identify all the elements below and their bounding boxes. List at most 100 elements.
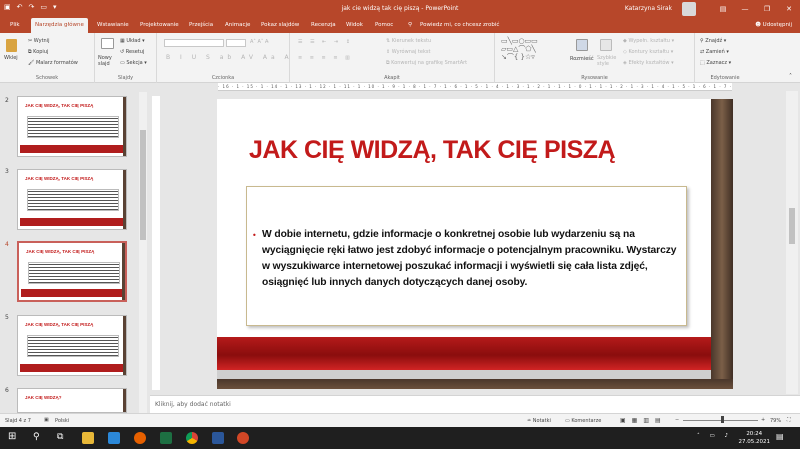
powerpoint-icon[interactable] xyxy=(237,432,249,444)
zoom-in-button[interactable]: + xyxy=(761,417,765,423)
zoom-slider-thumb[interactable] xyxy=(721,416,724,423)
chrome-icon[interactable] xyxy=(186,432,198,444)
list-buttons[interactable]: ☰ ☰ ⇤ ⇥ ↕ xyxy=(298,39,353,45)
thumbnail-title: JAK CIĘ WIDZĄ, TAK CIĘ PISZĄ xyxy=(25,176,94,181)
thumbnail-red-bar xyxy=(20,364,124,372)
paste-icon[interactable] xyxy=(6,39,17,52)
slide-thumbnail[interactable]: JAK CIĘ WIDZĄ, TAK CIĘ PISZĄ xyxy=(17,315,127,376)
zoom-out-button[interactable]: − xyxy=(675,417,679,423)
text-direction-button[interactable]: ⇅ Kierunek tekstu xyxy=(386,38,431,44)
tab-file[interactable]: Plik xyxy=(10,22,20,28)
tab-view[interactable]: Widok xyxy=(346,22,363,28)
font-size-field[interactable] xyxy=(226,39,246,47)
share-button[interactable]: ☻ Udostępnij xyxy=(755,22,792,28)
word-icon[interactable] xyxy=(212,432,224,444)
select-button[interactable]: ⬚ Zaznacz ▾ xyxy=(700,60,731,66)
align-text-label: Wyrównaj tekst xyxy=(391,49,431,55)
excel-icon[interactable] xyxy=(160,432,172,444)
notes-pane[interactable]: Kliknij, aby dodać notatki xyxy=(150,395,800,413)
tab-animations[interactable]: Animacje xyxy=(225,22,250,28)
new-slide-icon[interactable] xyxy=(101,38,114,49)
copy-label: Kopiuj xyxy=(33,49,49,55)
align-text-button[interactable]: ⇕ Wyrównaj tekst xyxy=(386,49,430,55)
slide-thumbnail[interactable]: JAK CIĘ WIDZĄ? xyxy=(17,388,127,413)
view-buttons[interactable]: ▣▦▥▤ xyxy=(620,417,667,424)
shape-outline-button[interactable]: ◇ Kontury kształtu ▾ xyxy=(623,49,673,55)
find-button[interactable]: ⚲ Znajdź ▾ xyxy=(700,38,726,44)
slide[interactable]: JAK CIĘ WIDZĄ, TAK CIĘ PISZĄ • W dobie i… xyxy=(217,99,733,389)
align-buttons[interactable]: ≡ ≡ ≡ ≡ ▥ xyxy=(298,55,353,61)
system-tray-icons[interactable]: ˄ ▭ ♪ xyxy=(697,433,732,439)
replace-button[interactable]: ⇄ Zamień ▾ xyxy=(700,49,729,55)
slide-thumbnail[interactable]: JAK CIĘ WIDZĄ, TAK CIĘ PISZĄ xyxy=(17,169,127,230)
slide-thumbnail[interactable]: JAK CIĘ WIDZĄ, TAK CIĘ PISZĄ xyxy=(17,96,127,157)
slide-counter: Slajd 4 z 7 xyxy=(5,418,31,424)
layout-button[interactable]: ▦ Układ ▾ xyxy=(120,38,145,44)
shape-effects-button[interactable]: ◈ Efekty kształtów ▾ xyxy=(623,60,674,66)
language-indicator[interactable]: Polski xyxy=(55,418,69,424)
user-name[interactable]: Katarzyna Sirak xyxy=(625,5,672,12)
vertical-ruler xyxy=(152,96,160,390)
firefox-icon[interactable] xyxy=(134,432,146,444)
arrange-icon[interactable] xyxy=(576,39,588,51)
editing-group: ⚲ Znajdź ▾ ⇄ Zamień ▾ ⬚ Zaznacz ▾ Edytow… xyxy=(695,33,755,83)
notifications-icon[interactable]: ▤ xyxy=(776,432,784,441)
cut-button[interactable]: ✂ Wytnij xyxy=(28,38,50,44)
reset-button[interactable]: ↺ Resetuj xyxy=(120,49,144,55)
ribbon-display-options-icon[interactable]: ▤ xyxy=(712,0,734,18)
scroll-thumb[interactable] xyxy=(140,130,146,240)
zoom-level[interactable]: 79% xyxy=(770,418,781,424)
notes-button[interactable]: ≐ Notatki xyxy=(527,418,551,424)
tab-insert[interactable]: Wstawianie xyxy=(97,22,129,28)
arrange-button[interactable]: Rozmieść xyxy=(570,56,594,62)
slide-title[interactable]: JAK CIĘ WIDZĄ, TAK CIĘ PISZĄ xyxy=(249,136,616,165)
task-view-icon[interactable]: ⧉ xyxy=(57,432,63,442)
avatar[interactable] xyxy=(682,2,696,16)
scroll-thumb[interactable] xyxy=(789,208,795,244)
slide-body-text[interactable]: W dobie internetu, gdzie informacje o ko… xyxy=(262,227,684,291)
shapes-gallery[interactable]: ▭╲▭○▭▭ ▱▭△⌒⬠╲ ↘⌒{ }☆▿ xyxy=(501,37,538,61)
shape-fill-button[interactable]: ◆ Wypełn. kształtu ▾ xyxy=(623,38,674,44)
paste-button[interactable]: Wklej xyxy=(4,55,18,61)
tell-me-search[interactable]: Powiedz mi, co chcesz zrobić xyxy=(420,22,499,28)
convert-smartart-label: Konwertuj na grafikę SmartArt xyxy=(391,60,468,66)
slide-thumbnail-selected[interactable]: JAK CIĘ WIDZĄ, TAK CIĘ PISZĄ xyxy=(17,241,127,302)
search-icon[interactable]: ⚲ xyxy=(33,432,40,442)
thumbnail-number: 6 xyxy=(5,387,9,394)
minimize-button[interactable]: — xyxy=(734,0,756,18)
tab-home[interactable]: Narzędzia główne xyxy=(31,18,88,33)
clock[interactable]: 20:24 27.05.2021 xyxy=(739,430,771,446)
font-style-buttons[interactable]: B I U S ab AV Aa A xyxy=(166,54,293,61)
fit-slide-icon[interactable]: ⛶ xyxy=(787,417,791,423)
collapse-ribbon-icon[interactable]: ˄ xyxy=(789,73,792,80)
ribbon-tabs: Plik Narzędzia główne Wstawianie Projekt… xyxy=(0,18,800,33)
thumbnail-scrollbar[interactable] xyxy=(139,92,147,413)
format-painter-button[interactable]: 🖌 Malarz formatów xyxy=(28,60,78,66)
tab-slideshow[interactable]: Pokaz slajdów xyxy=(261,22,299,28)
slide-content-box[interactable]: • W dobie internetu, gdzie informacje o … xyxy=(246,186,687,326)
comments-button[interactable]: ▭ Komentarze xyxy=(565,418,601,424)
thumbnail-number: 4 xyxy=(5,241,9,248)
new-slide-button[interactable]: Nowy slajd xyxy=(98,55,118,67)
tab-review[interactable]: Recenzja xyxy=(311,22,336,28)
quick-styles-icon[interactable] xyxy=(600,39,612,51)
time: 20:24 xyxy=(746,431,763,437)
file-explorer-icon[interactable] xyxy=(82,432,94,444)
tab-transitions[interactable]: Przejścia xyxy=(189,22,213,28)
tab-design[interactable]: Projektowanie xyxy=(140,22,179,28)
tab-help[interactable]: Pomoc xyxy=(375,22,393,28)
quick-styles-button[interactable]: Szybkie style xyxy=(597,55,619,67)
store-icon[interactable] xyxy=(108,432,120,444)
section-button[interactable]: ▭ Sekcja ▾ xyxy=(120,60,147,66)
vertical-scrollbar[interactable] xyxy=(786,91,798,394)
font-size-buttons[interactable]: A˄ A˅ A̶ xyxy=(250,39,268,45)
spelling-icon[interactable]: ▣ xyxy=(44,417,49,423)
convert-smartart-button[interactable]: ⧉ Konwertuj na grafikę SmartArt xyxy=(386,60,467,66)
wood-background-bottom xyxy=(217,379,733,389)
font-name-field[interactable] xyxy=(164,39,224,47)
copy-button[interactable]: ⧉ Kopiuj xyxy=(28,49,48,55)
restore-button[interactable]: ❐ xyxy=(756,0,778,18)
group-label-paragraph: Akapit xyxy=(384,75,400,81)
start-button-icon[interactable]: ⊞ xyxy=(8,432,16,442)
close-button[interactable]: ✕ xyxy=(778,0,800,18)
